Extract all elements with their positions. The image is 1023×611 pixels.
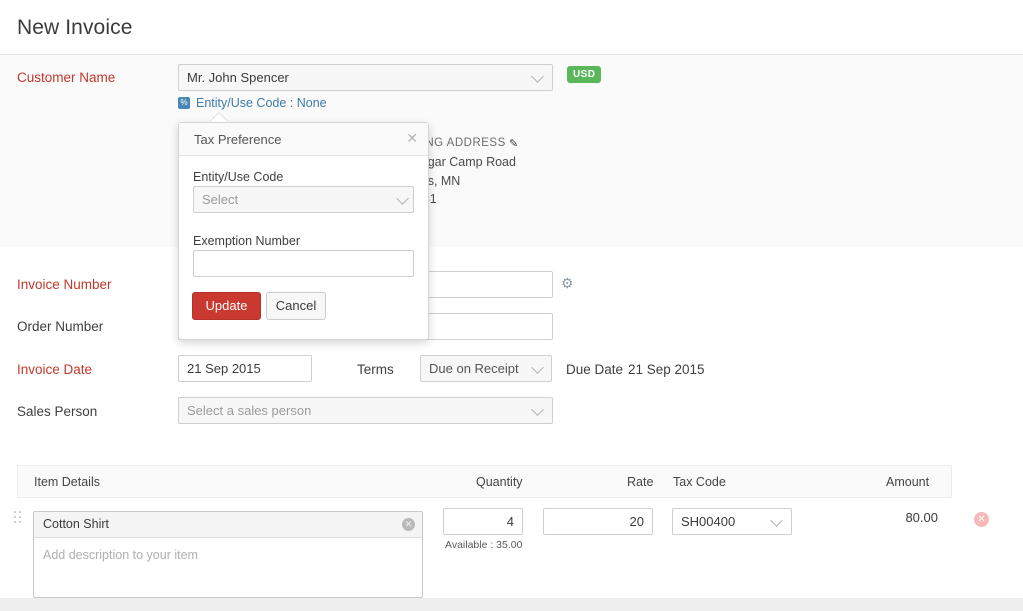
new-invoice-page: New Invoice Customer Name Mr. John Spenc… <box>0 0 1023 611</box>
column-amount: Amount <box>886 475 929 489</box>
sales-person-label: Sales Person <box>17 404 97 419</box>
quantity-input[interactable]: 4 <box>443 508 523 535</box>
item-table-header: Item Details Quantity Rate Tax Code Amou… <box>17 465 952 498</box>
order-number-label: Order Number <box>17 319 103 334</box>
customer-name-input[interactable]: Mr. John Spencer <box>178 64 553 91</box>
currency-badge: USD <box>567 66 601 83</box>
page-title: New Invoice <box>17 16 132 40</box>
cancel-button[interactable]: Cancel <box>266 292 326 320</box>
entity-use-code-label: Entity/Use Code <box>193 170 283 184</box>
exemption-number-label: Exemption Number <box>193 234 300 248</box>
item-table: Item Details Quantity Rate Tax Code Amou… <box>17 465 952 498</box>
clear-icon[interactable]: ✕ <box>402 518 415 531</box>
column-tax-code: Tax Code <box>673 475 726 489</box>
invoice-date-input[interactable]: 21 Sep 2015 <box>178 355 312 382</box>
rate-input[interactable]: 20 <box>543 508 653 535</box>
customer-name-label: Customer Name <box>17 70 115 85</box>
terms-label: Terms <box>357 362 394 377</box>
due-date-label: Due Date <box>566 362 623 377</box>
column-quantity: Quantity <box>476 475 523 489</box>
drag-handle-icon[interactable] <box>14 511 22 525</box>
gear-icon[interactable]: ⚙ <box>561 276 575 290</box>
amount-value: 80.00 <box>860 510 938 525</box>
invoice-date-label: Invoice Date <box>17 362 92 377</box>
popup-title: Tax Preference <box>194 132 281 147</box>
sales-person-select[interactable]: Select a sales person <box>178 397 553 424</box>
pencil-icon[interactable]: ✎ <box>509 137 518 150</box>
exemption-number-input[interactable] <box>193 250 414 277</box>
bottom-strip <box>0 598 1023 611</box>
table-row: Cotton Shirt ✕ Add description to your i… <box>33 511 423 598</box>
entity-use-code-link[interactable]: Entity/Use Code : None <box>196 96 327 110</box>
column-item-details: Item Details <box>34 475 100 489</box>
available-stock-text: Available : 35.00 <box>445 539 522 551</box>
column-rate: Rate <box>627 475 653 489</box>
item-name-input[interactable]: Cotton Shirt <box>34 512 422 538</box>
page-header: New Invoice <box>0 0 1023 55</box>
item-description-input[interactable]: Add description to your item <box>43 548 198 562</box>
update-button[interactable]: Update <box>192 292 261 320</box>
popup-arrow <box>210 113 228 122</box>
tax-percent-icon: % <box>178 97 190 109</box>
invoice-number-label: Invoice Number <box>17 277 112 292</box>
entity-use-code-select[interactable]: Select <box>193 186 414 213</box>
close-icon[interactable]: ✕ <box>406 131 418 145</box>
due-date-value: 21 Sep 2015 <box>628 362 705 377</box>
delete-row-icon[interactable]: ✕ <box>974 512 989 527</box>
